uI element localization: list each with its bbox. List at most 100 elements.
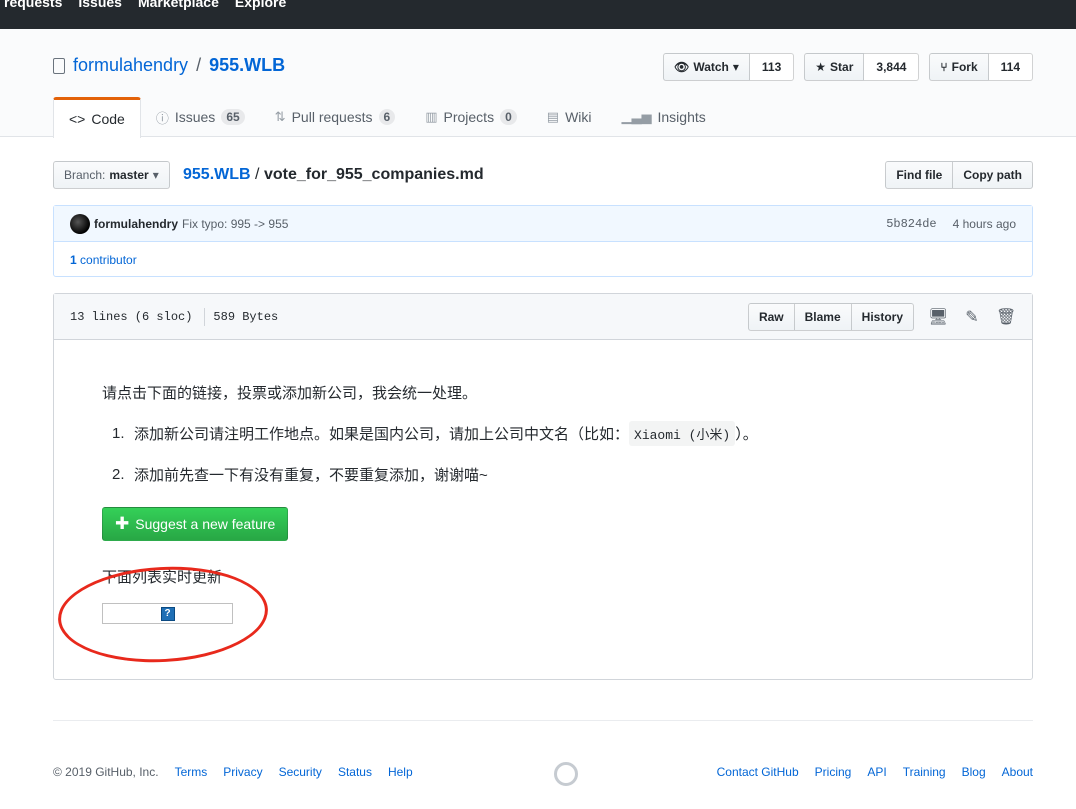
star-label: Star [830, 60, 854, 74]
list-number: 2. [112, 466, 125, 483]
fork-icon: ⑂ [940, 60, 948, 74]
suggest-feature-button[interactable]: ✚ Suggest a new feature [102, 507, 289, 541]
tab-label: Issues [174, 109, 216, 125]
history-button[interactable]: History [851, 302, 914, 331]
footer-left-links: Terms Privacy Security Status Help [175, 765, 413, 779]
book-icon: ▤ [546, 109, 560, 124]
suggest-feature-label: Suggest a new feature [135, 516, 276, 532]
tab-wiki[interactable]: ▤ Wiki [532, 97, 607, 137]
repo-nav: <> Code ⓘ Issues 65 ⇅ Pull requests 6 ▥ … [53, 97, 721, 138]
nav-link-explore[interactable]: Explore [235, 0, 286, 10]
desktop-icon[interactable]: 🖥 [928, 307, 948, 327]
repo-separator: / [196, 55, 202, 75]
pencil-icon[interactable]: ✎ [962, 307, 982, 327]
list-item: 2. 添加前先查一下有没有重复，不要重复添加，谢谢喵~ [112, 464, 758, 485]
tab-pull-requests[interactable]: ⇅ Pull requests 6 [260, 97, 411, 137]
contributors-label: contributor [80, 252, 137, 267]
watch-group: 👁 Watch ▾ 113 [663, 53, 795, 81]
ordered-list: 1. 添加新公司请注明工作地点。如果是国内公司，请加上公司中文名（比如： Xia… [112, 421, 758, 485]
repo-header: formulahendry / 955.WLB 👁 Watch ▾ 113 ★ … [0, 29, 1076, 138]
markdown-body: 请点击下面的链接，投票或添加新公司，我会统一处理。 1. 添加新公司请注明工作地… [102, 382, 758, 503]
graph-icon: ▁▃▅ [621, 109, 652, 124]
list-item-text: 添加前先查一下有没有重复，不要重复添加，谢谢喵~ [134, 467, 488, 484]
footer-link-about[interactable]: About [1002, 765, 1033, 779]
contributors-count: 1 [70, 252, 77, 267]
commit-message[interactable]: Fix typo: 995 -> 955 [182, 217, 288, 231]
tab-label: Projects [443, 109, 495, 125]
footer-link-pricing[interactable]: Pricing [815, 765, 852, 779]
tab-issues[interactable]: ⓘ Issues 65 [141, 97, 260, 137]
pr-icon: ⇅ [274, 109, 286, 124]
inline-code: Xiaomi (小米) [629, 421, 736, 446]
list-item-text-end: ）。 [735, 426, 758, 443]
nav-link-marketplace[interactable]: Marketplace [138, 0, 219, 10]
breadcrumb-root-link[interactable]: 955.WLB [183, 166, 251, 183]
raw-button[interactable]: Raw [747, 302, 795, 331]
eye-icon: 👁 [674, 60, 690, 74]
caret-down-icon: ▾ [732, 60, 739, 74]
find-file-button[interactable]: Find file [885, 161, 954, 189]
footer-link-security[interactable]: Security [279, 765, 322, 779]
star-button[interactable]: ★ Star [804, 53, 865, 81]
file-header: 13 lines (6 sloc) 589 Bytes Raw Blame Hi… [54, 294, 1032, 340]
nav-link-pull-requests[interactable]: requests [4, 0, 62, 10]
blame-button[interactable]: Blame [794, 302, 852, 331]
commit-tease: formulahendry Fix typo: 995 -> 955 5b824… [53, 205, 1033, 277]
breadcrumb: 955.WLB / vote_for_955_companies.md [183, 166, 484, 184]
contributors-link[interactable]: 1 contributor [70, 253, 137, 267]
code-icon: <> [69, 111, 86, 127]
copy-path-button[interactable]: Copy path [953, 161, 1033, 189]
footer-link-training[interactable]: Training [903, 765, 946, 779]
repo-owner-link[interactable]: formulahendry [73, 55, 188, 76]
file-size: 589 Bytes [213, 309, 279, 324]
caret-down-icon: ▾ [152, 168, 159, 182]
footer-right-links: Contact GitHub Pricing API Training Blog… [717, 765, 1033, 779]
tab-code[interactable]: <> Code [53, 97, 141, 138]
branch-select-button[interactable]: Branch: master ▾ [53, 161, 170, 189]
watch-button[interactable]: 👁 Watch ▾ [663, 53, 750, 81]
footer-link-contact[interactable]: Contact GitHub [717, 765, 799, 779]
repo-actions: 👁 Watch ▾ 113 ★ Star 3,844 ⑂ Fork 114 [663, 53, 1033, 81]
contributors-row: 1 contributor [54, 242, 1032, 277]
trash-icon[interactable]: 🗑 [996, 307, 1016, 327]
tab-projects[interactable]: ▥ Projects 0 [410, 97, 532, 137]
copyright: © 2019 GitHub, Inc. [53, 765, 159, 779]
plus-icon: ✚ [115, 514, 130, 533]
footer-link-status[interactable]: Status [338, 765, 372, 779]
file-lines: 13 lines (6 sloc) [70, 309, 193, 324]
file-view-buttons: Raw Blame History [747, 302, 914, 331]
nav-link-issues[interactable]: Issues [78, 0, 122, 10]
latest-commit: formulahendry Fix typo: 995 -> 955 5b824… [54, 206, 1032, 242]
watch-label: Watch [693, 60, 729, 74]
repo-name-link[interactable]: 955.WLB [209, 55, 285, 76]
breadcrumb-filename: vote_for_955_companies.md [263, 166, 484, 183]
footer-link-terms[interactable]: Terms [175, 765, 208, 779]
commit-author-link[interactable]: formulahendry [94, 217, 178, 231]
commit-meta: 5b824de 4 hours ago [886, 217, 1016, 231]
star-count[interactable]: 3,844 [864, 53, 920, 81]
commit-sha[interactable]: 5b824de [886, 217, 936, 231]
issues-counter: 65 [221, 109, 245, 125]
tab-label: Insights [657, 109, 706, 125]
footer-link-blog[interactable]: Blog [962, 765, 986, 779]
fork-count[interactable]: 114 [988, 53, 1033, 81]
branch-prefix: Branch: [64, 168, 106, 182]
fork-group: ⑂ Fork 114 [929, 53, 1033, 81]
fork-button[interactable]: ⑂ Fork [929, 53, 989, 81]
avatar[interactable] [70, 213, 90, 234]
star-group: ★ Star 3,844 [804, 53, 920, 81]
project-icon: ▥ [425, 109, 438, 124]
pr-counter: 6 [378, 109, 396, 125]
list-number: 1. [112, 425, 125, 442]
watch-count[interactable]: 113 [749, 53, 795, 81]
repo-icon [53, 57, 65, 74]
footer-divider [53, 720, 1033, 721]
tab-insights[interactable]: ▁▃▅ Insights [607, 97, 721, 137]
star-icon: ★ [815, 60, 827, 74]
footer-link-api[interactable]: API [867, 765, 886, 779]
footer: © 2019 GitHub, Inc. Terms Privacy Securi… [53, 762, 1033, 782]
divider [204, 307, 206, 326]
footer-link-privacy[interactable]: Privacy [223, 765, 262, 779]
footer-link-help[interactable]: Help [388, 765, 413, 779]
tab-label: Code [91, 111, 125, 127]
